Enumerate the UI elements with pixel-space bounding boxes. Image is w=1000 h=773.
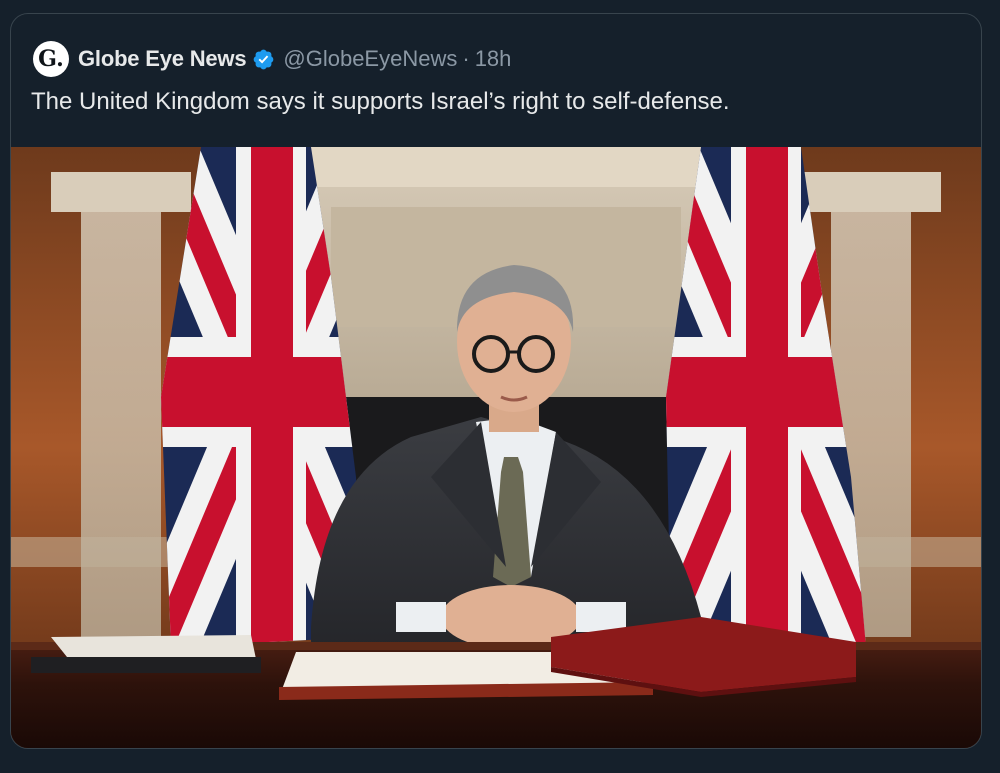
timestamp[interactable]: 18h: [475, 46, 512, 72]
tweet-media-image[interactable]: [11, 147, 981, 748]
user-handle[interactable]: @GlobeEyeNews: [283, 46, 457, 72]
tweet-header: G. Globe Eye News @GlobeEyeNews · 18h: [33, 41, 511, 77]
avatar[interactable]: G.: [33, 41, 69, 77]
display-name[interactable]: Globe Eye News: [78, 46, 247, 72]
avatar-logo-text: G.: [38, 46, 64, 72]
tweet-card[interactable]: G. Globe Eye News @GlobeEyeNews · 18h Th…: [10, 13, 982, 749]
tweet-text: The United Kingdom says it supports Isra…: [31, 88, 730, 115]
verified-badge-icon: [254, 49, 274, 69]
separator-dot: ·: [462, 46, 470, 71]
